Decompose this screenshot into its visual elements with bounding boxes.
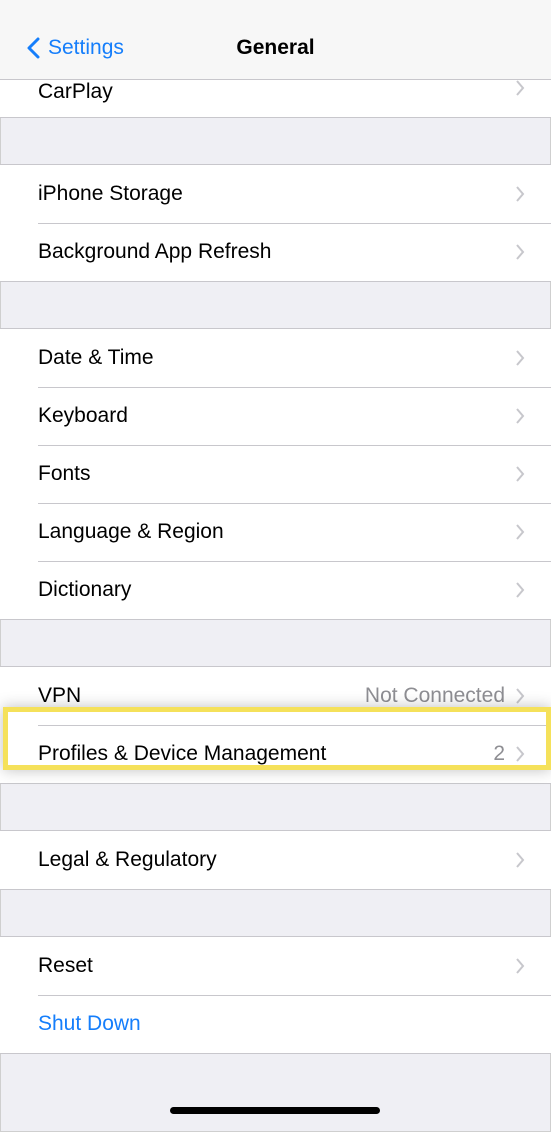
- back-button-label: Settings: [48, 36, 124, 59]
- profiles-count-value: 2: [493, 742, 505, 765]
- chevron-right-icon: [516, 186, 525, 202]
- chevron-right-icon: [516, 80, 525, 96]
- home-indicator[interactable]: [170, 1107, 380, 1114]
- row-background-app-refresh[interactable]: Background App Refresh: [0, 223, 551, 281]
- row-label: Reset: [38, 954, 93, 977]
- row-profiles-device-management[interactable]: Profiles & Device Management 2: [0, 725, 551, 783]
- row-label: Keyboard: [38, 404, 128, 427]
- group-reset: Reset Shut Down: [0, 936, 551, 1054]
- row-carplay[interactable]: CarPlay: [0, 80, 551, 117]
- back-button[interactable]: Settings: [26, 36, 124, 60]
- chevron-right-icon: [516, 350, 525, 366]
- chevron-left-icon: [27, 37, 40, 59]
- chevron-right-icon: [516, 244, 525, 260]
- group-storage: iPhone Storage Background App Refresh: [0, 164, 551, 282]
- chevron-right-icon: [516, 688, 525, 704]
- chevron-right-icon: [516, 746, 525, 762]
- settings-list: CarPlay iPhone Storage Background App Re…: [0, 80, 551, 1054]
- vpn-status-value: Not Connected: [364, 684, 505, 707]
- row-label: Background App Refresh: [38, 240, 272, 263]
- group-locale: Date & Time Keyboard Fonts Language & Re…: [0, 328, 551, 620]
- row-vpn[interactable]: VPN Not Connected: [0, 667, 551, 725]
- row-legal-regulatory[interactable]: Legal & Regulatory: [0, 831, 551, 889]
- chevron-right-icon: [516, 852, 525, 868]
- row-date-time[interactable]: Date & Time: [0, 329, 551, 387]
- chevron-right-icon: [516, 408, 525, 424]
- row-label: Profiles & Device Management: [38, 742, 327, 765]
- row-label: iPhone Storage: [38, 182, 183, 205]
- shut-down-button[interactable]: Shut Down: [0, 995, 551, 1053]
- row-fonts[interactable]: Fonts: [0, 445, 551, 503]
- row-iphone-storage[interactable]: iPhone Storage: [0, 165, 551, 223]
- group-legal: Legal & Regulatory: [0, 830, 551, 890]
- row-label: VPN: [38, 684, 82, 707]
- row-label: Shut Down: [38, 1012, 141, 1035]
- row-label: Legal & Regulatory: [38, 848, 217, 871]
- chevron-right-icon: [516, 466, 525, 482]
- settings-screen: Settings General CarPlay iPhone Storage …: [0, 0, 551, 1132]
- row-dictionary[interactable]: Dictionary: [0, 561, 551, 619]
- chevron-right-icon: [516, 524, 525, 540]
- row-label: CarPlay: [38, 80, 113, 103]
- row-label: Fonts: [38, 462, 91, 485]
- row-language-region[interactable]: Language & Region: [0, 503, 551, 561]
- row-label: Date & Time: [38, 346, 154, 369]
- navigation-bar: Settings General: [0, 0, 551, 80]
- group-network: VPN Not Connected Profiles & Device Mana…: [0, 666, 551, 784]
- chevron-right-icon: [516, 958, 525, 974]
- row-label: Dictionary: [38, 578, 132, 601]
- chevron-right-icon: [516, 582, 525, 598]
- row-label: Language & Region: [38, 520, 224, 543]
- row-keyboard[interactable]: Keyboard: [0, 387, 551, 445]
- row-reset[interactable]: Reset: [0, 937, 551, 995]
- group-carplay: CarPlay: [0, 80, 551, 118]
